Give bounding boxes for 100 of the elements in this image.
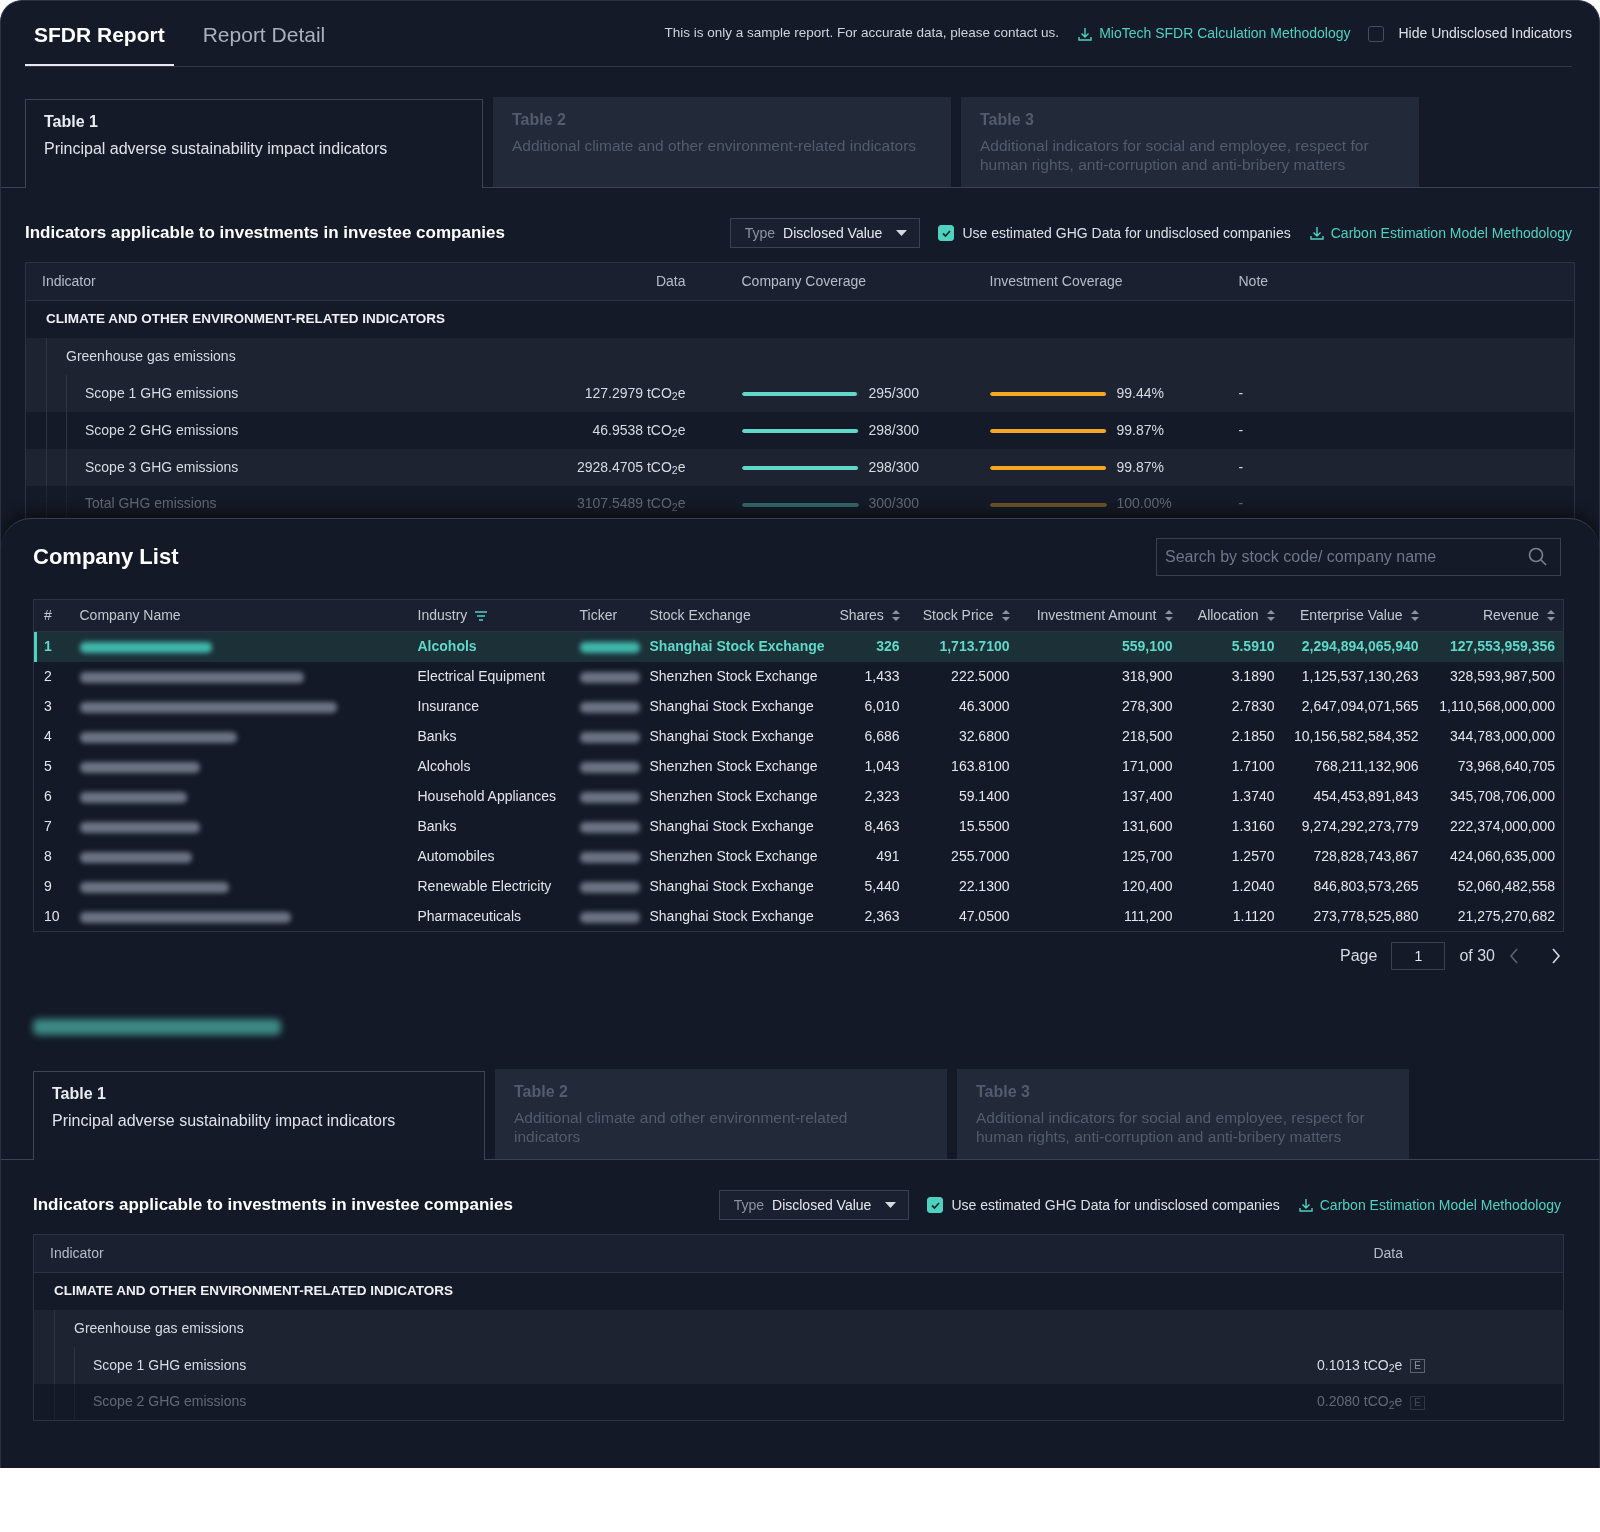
table-cell: 222,374,000,000 [1449,818,1555,834]
table-row[interactable]: 1 Alcohols Shanghai Stock Exchange 326 1,713.7100 559,100 5.5910 2,294,894,065,940 127,553,959,356 [33,631,1564,662]
table-row[interactable]: 9 Renewable Electricity Shanghai Stock Exchange 5,440 22.1300 120,400 1.2040 846,803,573,265 52,060,482,558 [33,871,1564,902]
table-cell: 559,100 [1121,638,1173,655]
table-row[interactable]: 10 Pharmaceuticals Shanghai Stock Exchange 2,363 47.0500 111,200 1.1120 273,778,525,880 21,275,270,682 [33,901,1564,932]
table-cell: 32.6800 [958,728,1010,744]
table-cell: 454,453,891,843 [1313,788,1419,804]
group-heading: Greenhouse gas emissions [74,1319,244,1336]
table-cell: 137,400 [1121,788,1173,804]
column-header: Indicator [25,262,472,301]
page-input[interactable]: 1 [1391,942,1446,970]
coverage-value: 295/300 [868,384,920,401]
coverage-value: 298/300 [868,458,920,475]
checkbox[interactable] [1368,25,1385,42]
table-row[interactable]: 3 Insurance Shanghai Stock Exchange 6,010 46.3000 278,300 2.7830 2,647,094,071,565 1,110,568,000,000 [33,691,1564,722]
search-field[interactable]: Search by stock code/ company name [1156,538,1561,576]
table-cell: 326 [876,638,900,655]
table-cell: Automobiles [417,848,495,864]
table-cell: 5.5910 [1231,638,1275,655]
coverage-value: 99.44% [1116,384,1164,401]
table-cell: Pharmaceuticals [417,907,521,924]
table-cell: 9,274,292,273,779 [1301,818,1419,834]
table-cell: 222.5000 [951,668,1010,684]
table-cell: Shenzhen Stock Exchange [649,848,818,864]
next-page-button[interactable] [1551,948,1561,964]
table-cell: 2.1850 [1231,728,1275,744]
indicator-name: Scope 1 GHG emissions [85,384,239,401]
download-icon [1077,25,1094,42]
methodology-link[interactable]: Carbon Estimation Model Methodology [1308,222,1572,244]
table-cell: 22.1300 [958,878,1010,894]
table-cell: 125,700 [1121,848,1173,864]
table-cell: Electrical Equipment [417,668,546,684]
table-cell: Insurance [417,698,479,714]
checkbox[interactable] [938,225,955,241]
table-row[interactable]: 5 Alcohols Shenzhen Stock Exchange 1,043 163.8100 171,000 1.7100 768,211,132,906 73,968,640,705 [33,751,1564,782]
table-cell: 328,593,987,500 [1449,668,1555,684]
table-cell: Shenzhen Stock Exchange [649,758,818,774]
column-header: Revenue [1482,606,1539,625]
table-cell: Shanghai Stock Exchange [649,728,814,744]
table-cell: 3.1890 [1231,668,1275,684]
table-cell: 345,708,706,000 [1449,788,1555,804]
table-cell: Shanghai Stock Exchange [649,907,814,924]
checkbox[interactable] [927,1197,944,1213]
table-cell: 2,294,894,065,940 [1301,638,1419,655]
table-row[interactable]: 8 Automobiles Shenzhen Stock Exchange 491 255.7000 125,700 1.2570 728,828,743,867 424,060,635,000 [33,841,1564,872]
data-value: 127.2979 tCO$_{2}$e [584,384,686,401]
table-cell: 15.5500 [958,818,1010,834]
redacted-text [579,642,640,654]
data-value: 46.9538 tCO$_{2}$e [592,421,686,438]
table-cell: 10,156,582,584,352 [1293,728,1419,744]
table-cell: 1 [44,638,52,655]
methodology-link[interactable]: MioTech SFDR Calculation Methodology [1077,23,1351,44]
caret-icon [896,230,908,236]
checkbox-label: Hide Undisclosed Indicators [1398,24,1572,43]
page-label: Page [1340,946,1378,966]
table-cell: 278,300 [1121,698,1173,714]
note-value: - [1238,458,1244,475]
table-cell: 163.8100 [951,758,1010,774]
section-title: Indicators applicable to investments in investee companies [33,1194,513,1216]
table-cell: 171,000 [1121,758,1173,774]
data-value: 2928.4705 tCO$_{2}$e [576,458,686,475]
table-row[interactable]: 6 Household Appliances Shenzhen Stock Exchange 2,323 59.1400 137,400 1.3740 454,453,891,843 345,708,706,000 [33,781,1564,812]
column-header: Data [471,262,702,301]
previous-page-button[interactable] [1509,948,1519,964]
table-cell: 5 [44,758,52,774]
nav-tab[interactable]: Report Detail [193,18,335,66]
table-cell: 255.7000 [951,848,1010,864]
group-heading: Greenhouse gas emissions [66,347,236,364]
table-cell: 1.3160 [1231,818,1275,834]
table-cell: 2,647,094,071,565 [1301,698,1419,714]
table-cell: 1.7100 [1231,758,1275,774]
sort-icon [891,610,900,621]
table-row[interactable]: 2 Electrical Equipment Shenzhen Stock Exchange 1,433 222.5000 318,900 3.1890 1,125,537,130,263 328,593,987,500 [33,661,1564,692]
table-cell: 2,323 [864,788,900,804]
redacted-text [579,791,640,803]
sort-icon [1164,610,1173,621]
table-tab[interactable]: Table 1 Principal adverse sustainability impact indicators [25,99,483,188]
note-value: - [1238,421,1244,438]
checkbox-label: Use estimated GHG Data for undisclosed companies [962,223,1291,243]
table-cell: 2,363 [864,907,900,924]
table-cell: 491 [876,848,900,864]
column-header: Investment Amount [1036,606,1157,625]
table-cell: Shenzhen Stock Exchange [649,788,818,804]
table-cell: 6 [44,788,52,804]
table-cell: Shanghai Stock Exchange [649,878,814,894]
filter-icon [475,610,488,621]
methodology-link[interactable]: Carbon Estimation Model Methodology [1297,1194,1561,1216]
table-cell: 344,783,000,000 [1449,728,1555,744]
table-row[interactable]: 4 Banks Shanghai Stock Exchange 6,686 32.6800 218,500 2.1850 10,156,582,584,352 344,783,000,000 [33,721,1564,752]
nav-tab[interactable]: SFDR Report [25,18,174,66]
table-tab[interactable]: Table 1 Principal adverse sustainability impact indicators [33,1071,485,1160]
type-dropdown[interactable]: Type Disclosed Value [718,1190,910,1220]
indicator-name: Total GHG emissions [85,495,217,512]
table-cell: 3 [44,698,52,714]
table-row[interactable]: 7 Banks Shanghai Stock Exchange 8,463 15.5500 131,600 1.3160 9,274,292,273,779 222,374,000,000 [33,811,1564,842]
chevron-right-icon [1551,948,1561,964]
table-cell: 120,400 [1121,878,1173,894]
data-value: 3107.5489 tCO$_{2}$e [576,495,686,512]
sort-icon [1410,610,1419,621]
type-dropdown[interactable]: Type Disclosed Value [729,218,921,248]
